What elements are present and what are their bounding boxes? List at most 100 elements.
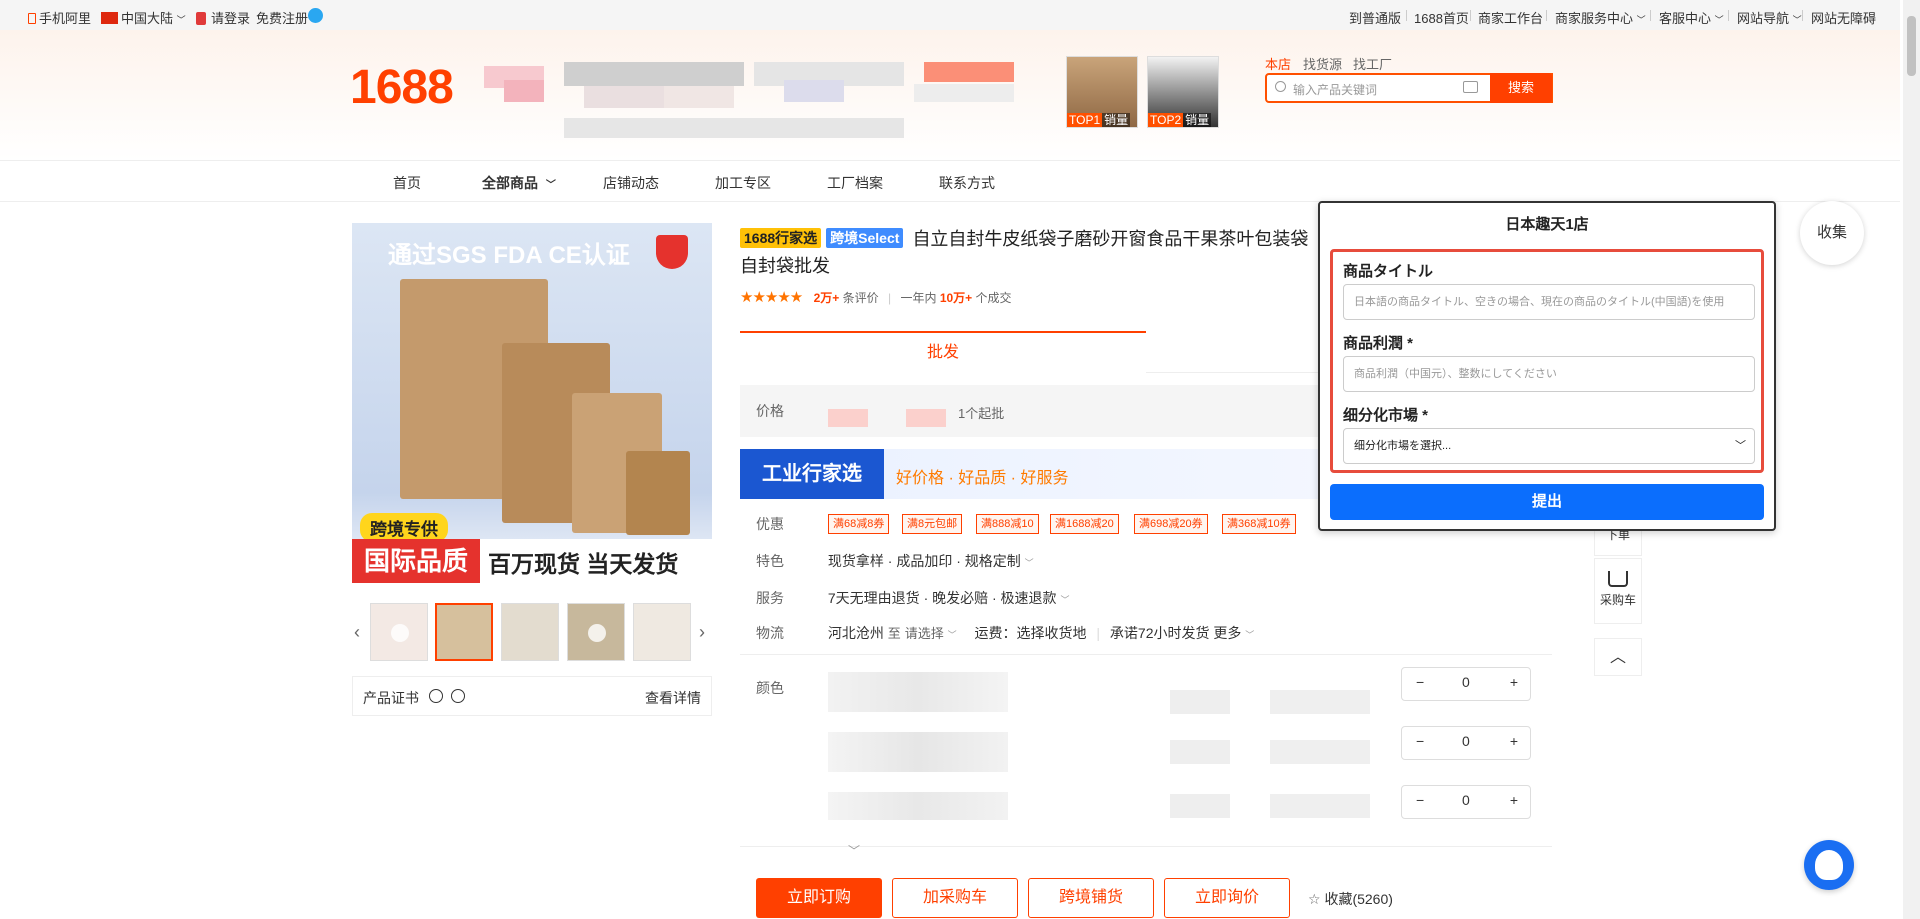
sku-price-blurred <box>1170 740 1230 764</box>
discount-label: 优惠 <box>756 516 784 532</box>
sidebar-cart[interactable]: 采购车 <box>1594 558 1642 624</box>
coupon-tag[interactable]: 满1688减20 <box>1050 514 1119 534</box>
nav-contact[interactable]: 联系方式 <box>939 173 995 193</box>
nav-factory-profile[interactable]: 工厂档案 <box>827 173 883 193</box>
profit-input[interactable]: 商品利潤（中国元）、整数にしてください <box>1343 356 1755 392</box>
gallery-thumb-video[interactable] <box>370 603 428 661</box>
overlay-title: 日本趣天1店 <box>1505 216 1589 233</box>
badge-cross-border: 跨境专供 <box>360 513 448 542</box>
top1-product-thumb[interactable]: TOP1 销量 <box>1066 56 1138 128</box>
chevron-right-icon[interactable]: › <box>699 622 705 643</box>
plus-icon[interactable]: + <box>1510 674 1518 690</box>
coupon-tag[interactable]: 满368减10券 <box>1222 514 1296 534</box>
badge-industry-select: 1688行家选 <box>740 228 822 248</box>
coupon-tag[interactable]: 满698减20券 <box>1134 514 1208 534</box>
certificate-icon <box>429 689 443 703</box>
minus-icon[interactable]: − <box>1416 792 1424 808</box>
plus-icon[interactable]: + <box>1510 733 1518 749</box>
quantity-stepper[interactable]: − 0 + <box>1401 667 1531 701</box>
star-rating: ★★★★★ <box>740 289 803 306</box>
top-bar: 手机阿里 中国大陆 ﹀ 请登录 免费注册 到普通版 1688首页 商家工作台 商… <box>0 0 1900 30</box>
sku-price-blurred <box>1170 690 1230 714</box>
nav-store-news[interactable]: 店铺动态 <box>603 173 659 193</box>
vertical-scrollbar[interactable] <box>1903 0 1920 919</box>
top2-product-thumb[interactable]: TOP2 销量 <box>1147 56 1219 128</box>
buy-now-button[interactable]: 立即订购 <box>756 878 882 918</box>
cross-border-button[interactable]: 跨境铺货 <box>1028 878 1154 918</box>
top-link-site-nav[interactable]: 网站导航 ﹀ <box>1737 8 1802 27</box>
region-selector[interactable]: 中国大陆 ﹀ <box>101 8 186 27</box>
back-to-top-button[interactable]: ︿ <box>1594 638 1642 676</box>
chevron-down-icon: ﹀ <box>1060 595 1070 605</box>
chevron-down-icon: ﹀ <box>1735 440 1746 452</box>
inquiry-button[interactable]: 立即询价 <box>1164 878 1290 918</box>
minus-icon[interactable]: − <box>1416 733 1424 749</box>
logistics-more[interactable]: 更多 <box>1213 625 1241 641</box>
search-tab-this-store[interactable]: 本店 <box>1265 54 1291 73</box>
coupon-tag[interactable]: 满8元包邮 <box>902 514 963 534</box>
search-tab-find-source[interactable]: 找货源 <box>1303 54 1342 73</box>
market-field-label: 细分化市場 * <box>1343 407 1429 424</box>
top-link-customer-service[interactable]: 客服中心 ﹀ <box>1659 8 1724 27</box>
banner-left-text: 国际品质 <box>352 539 480 583</box>
gallery-thumb-3[interactable] <box>501 603 559 661</box>
top1-rank-label: TOP1 销量 <box>1067 113 1131 127</box>
cart-icon <box>1608 571 1628 587</box>
add-to-cart-button[interactable]: 加采购车 <box>892 878 1018 918</box>
gallery-thumb-5[interactable] <box>633 603 691 661</box>
logo[interactable]: 1688 <box>350 60 454 115</box>
sku-row-blurred <box>828 732 1008 772</box>
chevron-down-icon: ﹀ <box>176 15 186 25</box>
certificate-detail-link[interactable]: 查看详情 <box>645 688 701 708</box>
banner-top-text: 通过SGS FDA CE认证 <box>388 242 630 269</box>
divider <box>740 846 1552 847</box>
top-link-accessibility[interactable]: 网站无障碍 <box>1811 8 1876 27</box>
play-icon <box>588 624 606 642</box>
product-title-input[interactable]: 日本語の商品タイトル、空きの場合、現在の商品のタイトル(中国語)を使用 <box>1343 284 1755 320</box>
mobile-link[interactable]: 手机阿里 <box>28 8 91 27</box>
chevron-down-icon[interactable]: ﹀ <box>848 842 860 859</box>
top-link-workbench[interactable]: 商家工作台 <box>1478 8 1543 27</box>
collect-button[interactable]: 收集 <box>1800 201 1864 265</box>
chevron-left-icon[interactable]: ‹ <box>354 622 360 643</box>
china-flag-icon <box>101 12 118 24</box>
minus-icon[interactable]: − <box>1416 674 1424 690</box>
camera-icon[interactable] <box>1463 81 1478 93</box>
top-link-service-center[interactable]: 商家服务中心 ﹀ <box>1555 8 1646 27</box>
search-tab-find-factory[interactable]: 找工厂 <box>1353 54 1392 73</box>
nav-processing[interactable]: 加工专区 <box>715 173 771 193</box>
destination-selector[interactable]: 请选择 <box>905 626 944 641</box>
gallery-thumb-active[interactable] <box>435 603 493 661</box>
sku-stock-blurred <box>1270 740 1370 764</box>
register-link[interactable]: 免费注册 <box>256 8 308 27</box>
top-link-home[interactable]: 1688首页 <box>1414 8 1469 27</box>
chevron-down-icon: ﹀ <box>545 180 556 191</box>
quantity-stepper[interactable]: − 0 + <box>1401 726 1531 760</box>
chat-bubble-icon[interactable] <box>308 8 323 23</box>
coupon-tag[interactable]: 满68减8券 <box>828 514 890 534</box>
nav-home[interactable]: 首页 <box>393 173 421 193</box>
coupon-tag[interactable]: 满888减10 <box>976 514 1039 534</box>
top-link-standard[interactable]: 到普通版 <box>1349 8 1401 27</box>
tab-wholesale[interactable]: 批发 <box>740 331 1146 373</box>
favorite-button[interactable]: ☆ 收藏(5260) <box>1308 889 1393 909</box>
login-link[interactable]: 请登录 <box>196 8 250 27</box>
chevron-down-icon: ﹀ <box>1792 15 1802 25</box>
scrollbar-thumb[interactable] <box>1907 16 1916 76</box>
search-button[interactable]: 搜索 <box>1490 73 1552 103</box>
gallery-thumb-video-2[interactable] <box>567 603 625 661</box>
cow-mascot-icon <box>1815 850 1843 880</box>
chevron-down-icon: ﹀ <box>1636 15 1646 25</box>
market-select[interactable]: 细分化市場を選択... ﹀ <box>1343 428 1755 464</box>
product-main-image[interactable]: 通过SGS FDA CE认证 跨境专供 国际品质 百万现货 当天发货 <box>352 223 712 583</box>
search-icon <box>1275 81 1286 92</box>
chevron-up-icon: ︿ <box>1609 649 1626 666</box>
submit-button[interactable]: 提出 <box>1330 484 1764 520</box>
play-icon <box>391 624 409 642</box>
quantity-stepper[interactable]: − 0 + <box>1401 785 1531 819</box>
profit-field-label: 商品利潤 * <box>1343 335 1414 352</box>
customer-service-avatar[interactable] <box>1804 840 1854 890</box>
nav-all-products[interactable]: 全部商品 ﹀ <box>482 173 556 193</box>
plus-icon[interactable]: + <box>1510 792 1518 808</box>
kraft-bag-front <box>626 451 690 535</box>
